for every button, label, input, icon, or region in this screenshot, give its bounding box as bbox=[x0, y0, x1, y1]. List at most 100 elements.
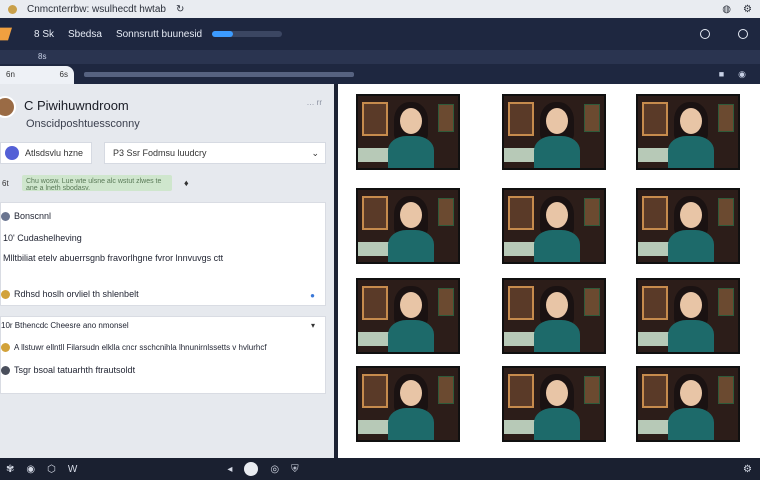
tab-badge: 6s bbox=[59, 70, 68, 79]
participant-body bbox=[534, 136, 580, 168]
participant-face bbox=[546, 292, 568, 318]
mic-icon[interactable]: ✾ bbox=[6, 464, 14, 475]
bookshelf bbox=[362, 102, 388, 136]
bookshelf bbox=[508, 102, 534, 136]
participant-face bbox=[546, 380, 568, 406]
search-placeholder: P3 Ssr Fodmsu luudcry bbox=[113, 148, 207, 158]
desk bbox=[638, 148, 670, 162]
avatar bbox=[1, 290, 10, 300]
share-screen-icon[interactable]: ⬡ bbox=[47, 464, 56, 475]
video-tile[interactable] bbox=[502, 94, 606, 170]
video-tile[interactable] bbox=[636, 366, 740, 442]
participant-body bbox=[388, 230, 434, 262]
info-icon[interactable] bbox=[700, 29, 710, 39]
room-header: C Piwihuwndroom Onscidposhtuessconny … r… bbox=[0, 96, 334, 136]
camera-icon[interactable]: ◉ bbox=[26, 464, 35, 475]
bookshelf bbox=[584, 288, 600, 316]
bookshelf bbox=[508, 196, 534, 230]
card-footer-row: Rdhsd hoslh orvliel th shlenbelt bbox=[1, 289, 139, 300]
video-tile[interactable] bbox=[636, 188, 740, 264]
participant-face bbox=[400, 380, 422, 406]
desk bbox=[638, 242, 670, 256]
filter-chip[interactable]: Atlsdsvlu hzne bbox=[0, 142, 92, 164]
nav-item-2[interactable]: Sbedsa bbox=[68, 29, 102, 40]
settings-icon[interactable]: ⚙ bbox=[743, 464, 752, 475]
participant-face bbox=[400, 292, 422, 318]
participant-face bbox=[680, 202, 702, 228]
video-tile[interactable] bbox=[356, 278, 460, 354]
video-tile[interactable] bbox=[356, 366, 460, 442]
bookshelf bbox=[438, 376, 454, 404]
chat-icon[interactable]: W bbox=[68, 464, 77, 475]
prev-icon[interactable]: ◂ bbox=[227, 464, 232, 475]
participant-body bbox=[388, 136, 434, 168]
volume-slider[interactable] bbox=[212, 31, 283, 37]
room-options-button[interactable]: … rr bbox=[306, 98, 322, 107]
share-icon[interactable]: ■ bbox=[719, 69, 724, 80]
card-footer-row: Tsgr bsoal tatuarhth ftrautsoldt bbox=[1, 365, 135, 376]
video-tile[interactable] bbox=[502, 278, 606, 354]
desk bbox=[504, 332, 536, 346]
desk bbox=[358, 148, 390, 162]
sub-toolbar-label: 8s bbox=[38, 52, 47, 61]
message-card[interactable]: 10r Bthencdc Cheesre ano nmonsel ▾ A lls… bbox=[0, 316, 326, 394]
room-subtitle: Onscidposhtuessconny bbox=[26, 118, 140, 130]
video-tile[interactable] bbox=[502, 188, 606, 264]
desk bbox=[504, 420, 536, 434]
card-line: Mlltbiliat etelv abuerrsgnb fravorlhgne … bbox=[3, 253, 224, 263]
record-button[interactable] bbox=[244, 462, 259, 476]
window-titlebar: Cnmcnterrbw: wsulhecdt hwtab ↻ ◍ ⚙ bbox=[0, 0, 760, 18]
window-title: Cnmcnterrbw: wsulhecdt hwtab bbox=[27, 3, 166, 15]
card-line-row: A llstuwr ellntll Filarsudn elklla cncr … bbox=[1, 343, 267, 353]
desk bbox=[504, 242, 536, 256]
shield-icon[interactable]: ⛨ bbox=[291, 464, 299, 475]
message-card[interactable]: Bonscnnl 10' Cudashelheving Mlltbiliat e… bbox=[0, 202, 326, 306]
notice-label: 6t bbox=[2, 178, 9, 188]
pin-icon[interactable]: ▾ bbox=[311, 321, 315, 330]
participant-body bbox=[668, 408, 714, 440]
top-nav-bar: 8 Sk Sbedsa Sonnsrutt buunesid bbox=[0, 18, 760, 50]
bookshelf bbox=[642, 196, 668, 230]
card-title: 10r Bthencdc Cheesre ano nmonsel bbox=[1, 321, 129, 330]
refresh-icon[interactable]: ↻ bbox=[176, 4, 184, 15]
participant-body bbox=[534, 320, 580, 352]
video-grid bbox=[338, 84, 760, 458]
bottom-toolbar: ✾ ◉ ⬡ W ◂ ◎ ⛨ ⚙ bbox=[0, 458, 760, 480]
settings-icon[interactable]: ⚙ bbox=[743, 4, 752, 15]
chat-panel: C Piwihuwndroom Onscidposhtuessconny … r… bbox=[0, 84, 334, 458]
more-icon[interactable]: ◉ bbox=[738, 69, 746, 80]
participant-face bbox=[680, 108, 702, 134]
bookshelf bbox=[508, 286, 534, 320]
bookshelf bbox=[362, 196, 388, 230]
bookshelf bbox=[438, 198, 454, 226]
layout-icon[interactable]: ◎ bbox=[270, 464, 279, 475]
video-tile[interactable] bbox=[636, 278, 740, 354]
bookshelf bbox=[362, 374, 388, 408]
search-input[interactable]: P3 Ssr Fodmsu luudcry ⌄ bbox=[104, 142, 326, 164]
video-tile[interactable] bbox=[356, 188, 460, 264]
account-icon[interactable] bbox=[738, 29, 748, 39]
video-tile[interactable] bbox=[636, 94, 740, 170]
participant-face bbox=[400, 108, 422, 134]
desk bbox=[358, 242, 390, 256]
bookshelf bbox=[438, 288, 454, 316]
avatar bbox=[1, 343, 10, 353]
bookshelf bbox=[438, 104, 454, 132]
bookshelf bbox=[718, 288, 734, 316]
globe-icon[interactable]: ◍ bbox=[722, 4, 731, 15]
avatar[interactable] bbox=[0, 96, 16, 118]
participant-face bbox=[680, 380, 702, 406]
nav-item-1[interactable]: 8 Sk bbox=[34, 29, 54, 40]
avatar bbox=[1, 366, 10, 376]
video-tile[interactable] bbox=[356, 94, 460, 170]
bell-icon[interactable]: ♦ bbox=[184, 178, 189, 188]
tab-bar: 6n 6s ■ ◉ bbox=[0, 64, 760, 84]
video-tile[interactable] bbox=[502, 366, 606, 442]
address-bar[interactable] bbox=[84, 71, 354, 77]
participant-body bbox=[534, 408, 580, 440]
tab-main[interactable]: 6n 6s bbox=[0, 66, 74, 84]
nav-item-3[interactable]: Sonnsrutt buunesid bbox=[116, 29, 202, 40]
bookshelf bbox=[642, 102, 668, 136]
card-title: Bonscnnl bbox=[14, 211, 52, 221]
chevron-down-icon[interactable]: ⌄ bbox=[311, 148, 319, 159]
